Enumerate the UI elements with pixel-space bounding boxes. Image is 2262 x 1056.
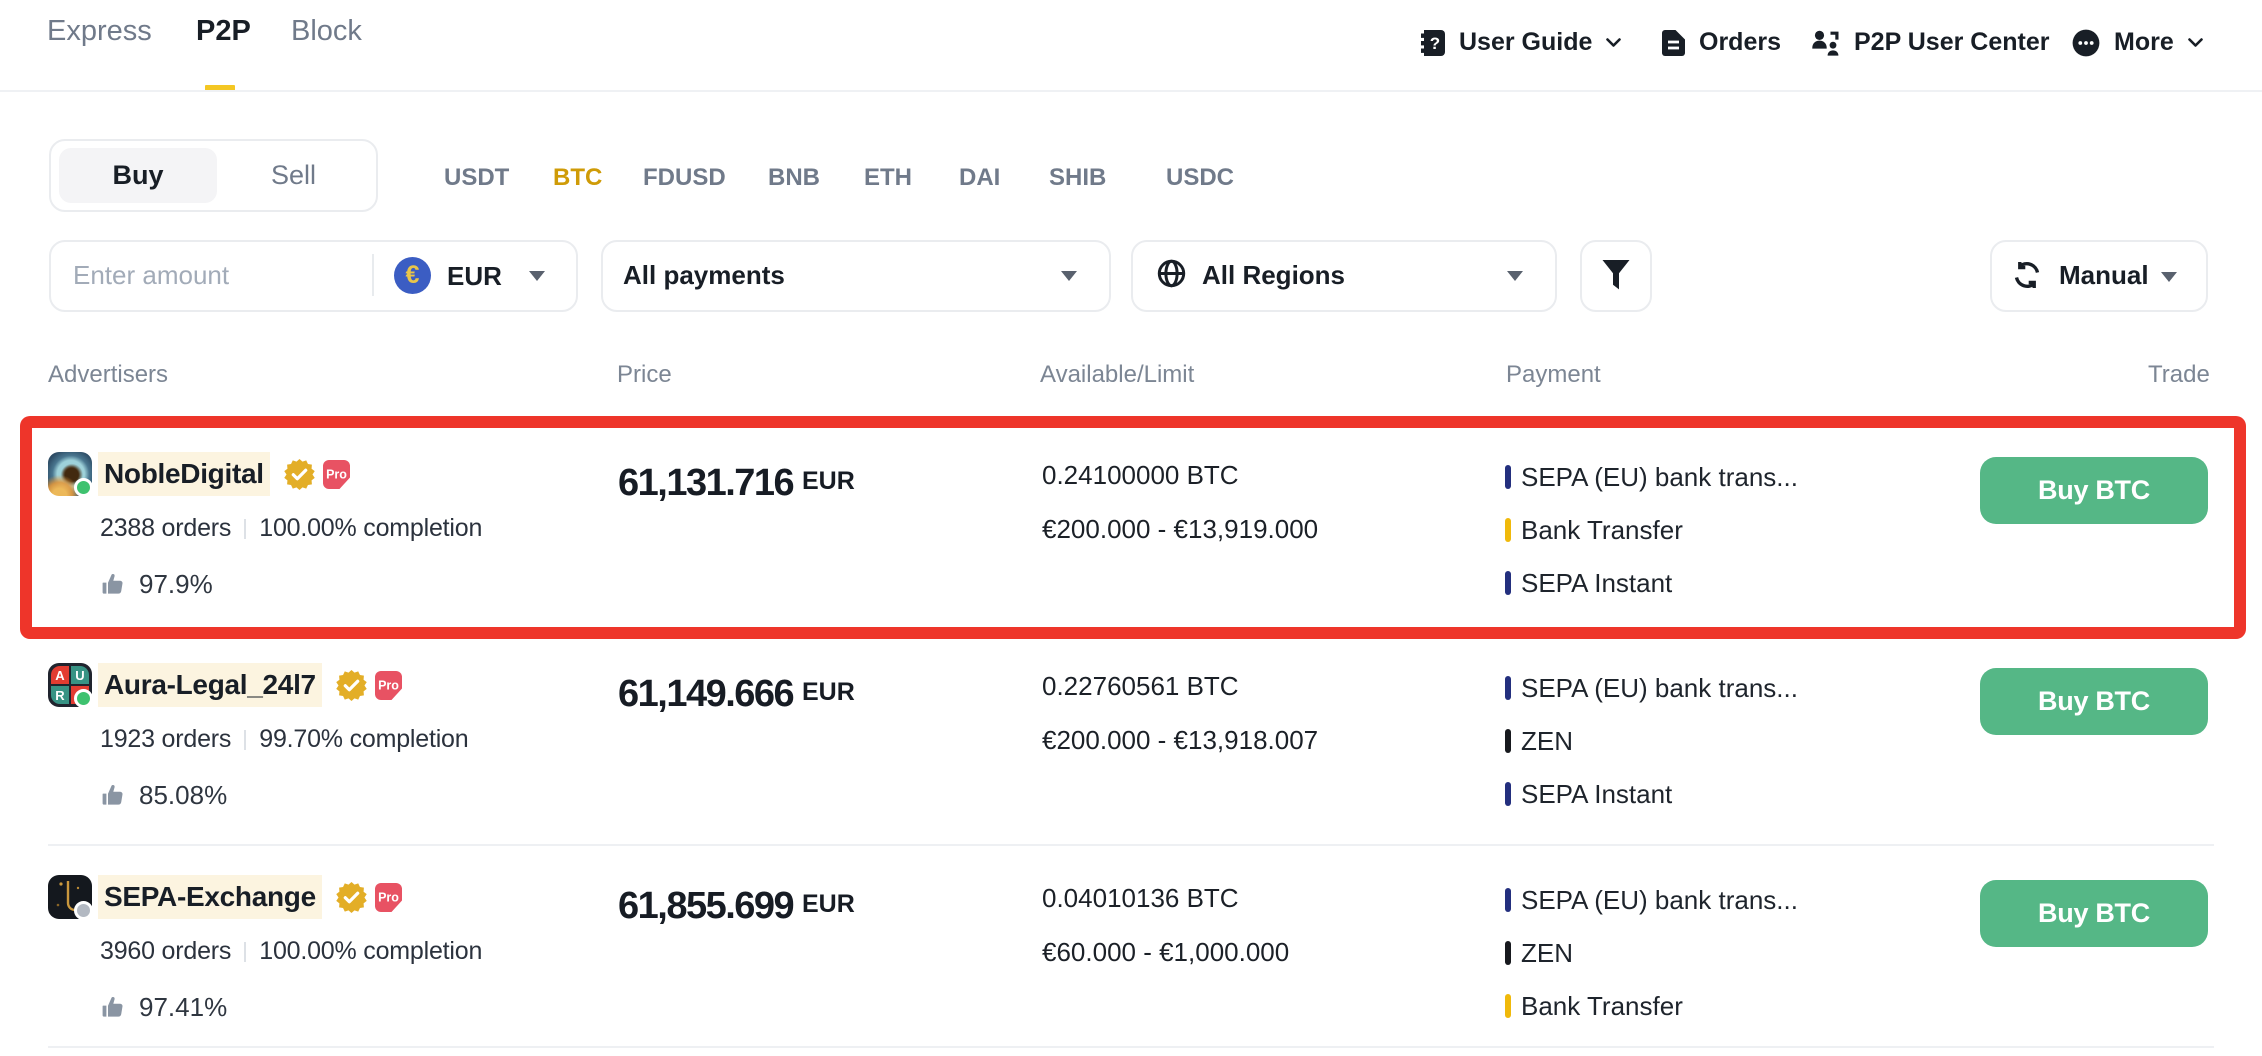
svg-text:Pro: Pro	[378, 678, 399, 692]
svg-text:?: ?	[1430, 34, 1440, 53]
svg-text:Pro: Pro	[378, 890, 399, 904]
